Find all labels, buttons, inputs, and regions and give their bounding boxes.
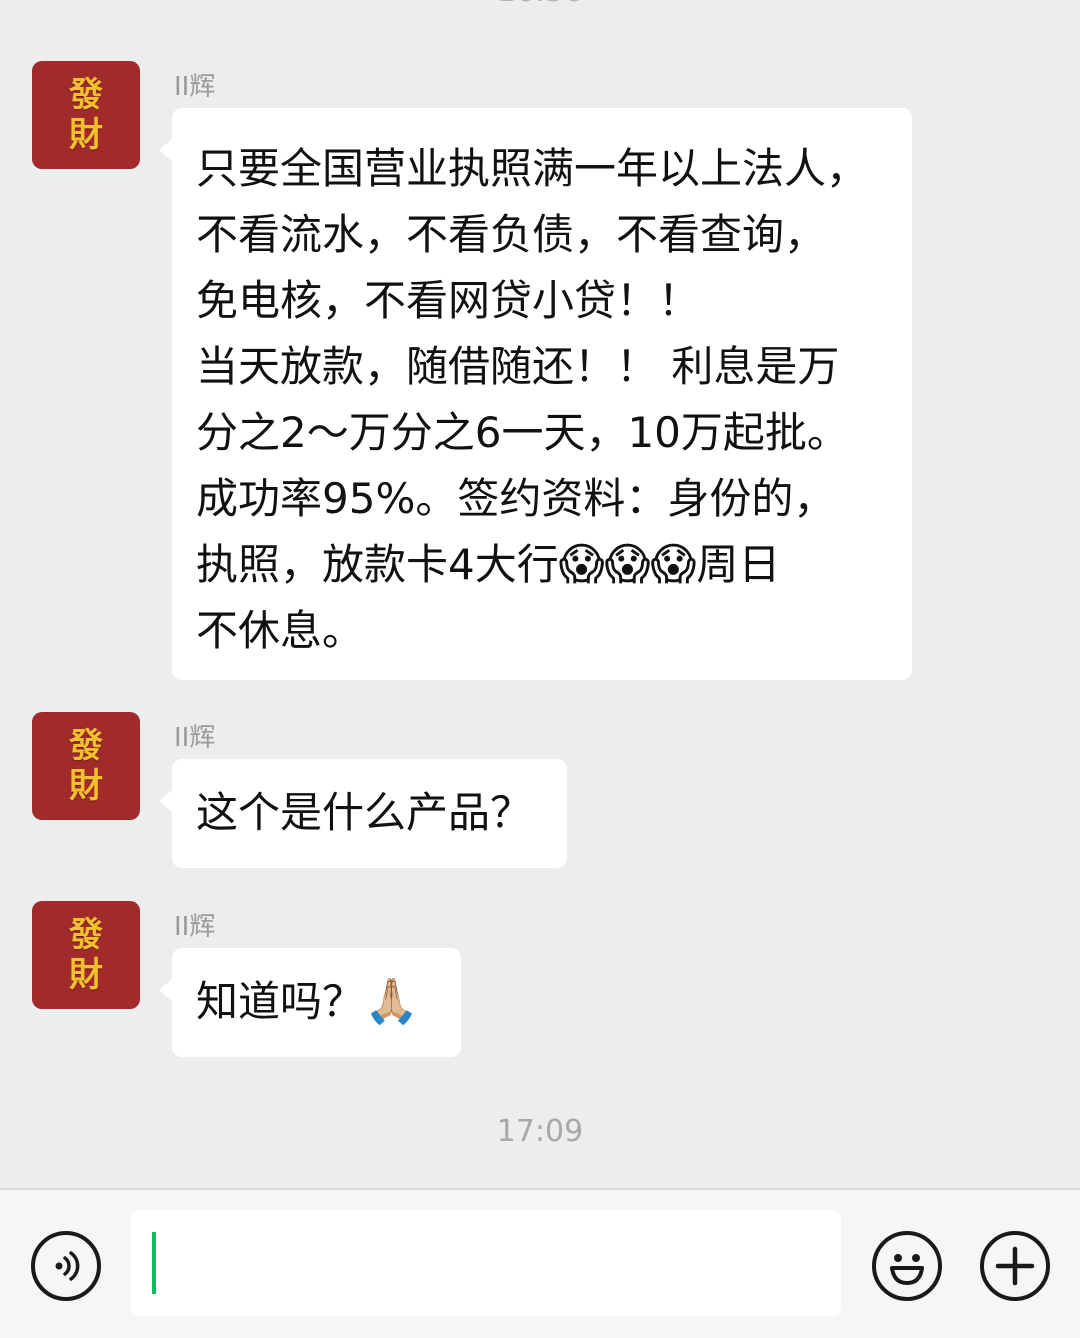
message-line: 当天放款，随借随还！！ 利息是万 [196,342,840,391]
more-button[interactable] [980,1231,1050,1301]
message-bubble[interactable]: 这个是什么产品？ [159,759,567,868]
plus-icon [995,1246,1035,1286]
scream-emoji-icon: 😱😱😱 [558,539,697,590]
sender-name: II辉 [174,912,216,942]
folded-hands-emoji-icon: 🙏🏼 [364,976,419,1027]
message-bubble[interactable]: 只要全国营业执照满一年以上法人， 不看流水，不看负债，不看查询， 免电核，不看网… [159,108,912,680]
sender-name: II辉 [174,72,216,102]
voice-button[interactable] [31,1231,101,1301]
message-line: 不看流水，不看负债，不看查询， [196,210,827,259]
message-line: 免电核，不看网贷小贷！！ [196,276,701,325]
message-text: 执照，放款卡4大行 [196,540,559,589]
message-bubble[interactable]: 知道吗？🙏🏼 [159,948,461,1057]
avatar[interactable]: 發 財 [32,61,140,169]
avatar-char: 發 [69,915,103,955]
input-bar [0,1188,1080,1338]
emoji-button[interactable] [872,1231,942,1301]
timestamp: 17:09 [496,1114,584,1149]
message-text: 这个是什么产品？ [196,788,533,837]
voice-icon [55,1251,80,1281]
avatar[interactable]: 發 財 [32,712,140,820]
avatar-char: 財 [69,115,103,155]
message-text: 周日 [696,540,781,589]
message-input[interactable] [131,1210,841,1316]
message-text: 知道吗？ [196,977,365,1026]
message-line: 不休息。 [196,606,365,655]
avatar-char: 財 [69,766,103,806]
avatar-char: 發 [69,726,103,766]
smiley-icon [890,1254,924,1285]
sender-name: II辉 [174,723,216,753]
top-timestamp: 16:56 [0,0,1080,9]
avatar-char: 財 [69,955,103,995]
avatar-char: 發 [69,75,103,115]
message-line: 执照，放款卡4大行😱😱😱周日 [196,532,894,598]
message-line: 知道吗？🙏🏼 [196,969,443,1035]
text-caret [152,1232,156,1294]
message-line: 分之2～万分之6一天，10万起批。 [196,408,849,457]
avatar[interactable]: 發 財 [32,901,140,1009]
message-line: 成功率95%。签约资料：身份的， [196,474,836,523]
message-line: 只要全国营业执照满一年以上法人， [196,144,869,193]
chat-area: 16:56 發 財 II辉 只要全国营业执照满一年以上法人， 不看流水，不看负债… [0,0,1080,1188]
